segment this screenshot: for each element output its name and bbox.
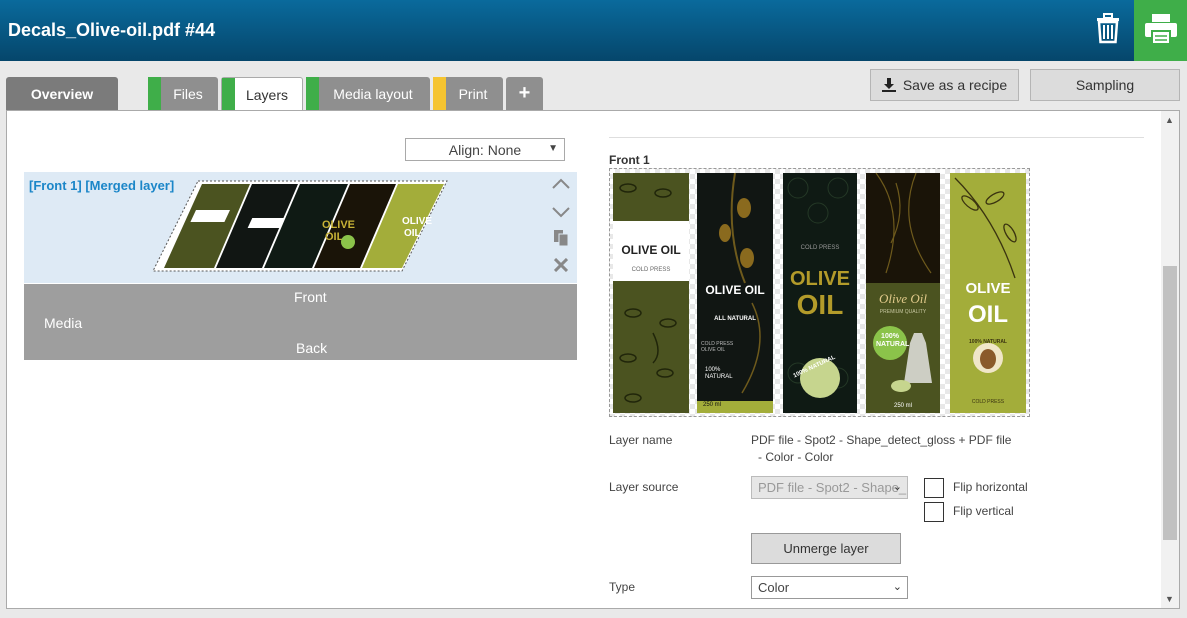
status-stripe	[222, 78, 235, 111]
label-volume: 250 ml	[893, 403, 912, 409]
label-badge: 100% NATURAL	[876, 333, 910, 348]
vertical-scrollbar[interactable]: ▲ ▼	[1161, 111, 1179, 608]
type-select[interactable]: Color ⌄	[751, 576, 908, 599]
label-title-2: OIL	[968, 301, 1008, 328]
label-extra: COLD PRESS	[971, 399, 1005, 405]
unmerge-layer-button[interactable]: Unmerge layer	[751, 533, 901, 564]
tab-overview-label: Overview	[30, 85, 94, 102]
align-select[interactable]: Align: None ▼	[405, 138, 565, 161]
scroll-down-icon[interactable]: ▼	[1165, 594, 1174, 604]
print-button[interactable]	[1134, 0, 1187, 61]
scroll-up-icon[interactable]: ▲	[1165, 115, 1174, 125]
label-title-2: OIL	[796, 289, 844, 320]
flip-vertical-label: Flip vertical	[953, 504, 1014, 518]
media-block: Front Media Back	[24, 284, 577, 360]
tab-overview[interactable]: Overview	[6, 77, 118, 110]
label-subtitle: COLD PRESS	[631, 267, 671, 273]
svg-text:OLIVE: OLIVE	[402, 216, 432, 227]
align-value: Align: None	[448, 141, 522, 158]
unmerge-layer-label: Unmerge layer	[783, 541, 869, 556]
preview-label: OLIVE OIL COLD PRESS	[613, 173, 689, 413]
label-subtitle: COLD PRESS	[800, 245, 840, 251]
tab-files[interactable]: Files	[148, 77, 218, 110]
sampling-button[interactable]: Sampling	[1030, 69, 1180, 101]
status-stripe	[433, 77, 446, 110]
olive-pattern-icon	[619, 183, 677, 403]
caret-down-icon: ▼	[548, 143, 558, 154]
label-extra: COLD PRESS OLIVE OIL	[701, 341, 734, 353]
app-header: Decals_Olive-oil.pdf #44	[0, 0, 1187, 61]
media-front-label: Front	[294, 289, 327, 305]
trash-icon[interactable]	[1094, 12, 1122, 44]
label-title: OLIVE OIL	[705, 283, 765, 297]
layer-source-value: PDF file - Spot2 - Shape_	[758, 480, 907, 495]
layer-name-value-line1: PDF file - Spot2 - Shape_detect_gloss + …	[751, 433, 1012, 447]
type-value: Color	[758, 580, 790, 595]
layer-name-label: Layer name	[609, 433, 673, 447]
close-icon[interactable]	[551, 256, 571, 276]
chevron-down-icon: ⌄	[892, 581, 902, 593]
label-title: OLIVE OIL	[621, 243, 681, 257]
tab-files-label: Files	[173, 85, 203, 102]
label-badge: 100% NATURAL	[705, 367, 733, 380]
save-as-recipe-button[interactable]: Save as a recipe	[870, 69, 1019, 101]
chevron-up-icon[interactable]	[551, 174, 571, 194]
status-stripe	[306, 77, 319, 110]
label-subtitle: ALL NATURAL	[714, 316, 756, 322]
tab-print-label: Print	[458, 85, 488, 102]
label-subtitle: 100% NATURAL	[969, 339, 1007, 345]
label-volume: 250 ml	[703, 402, 722, 408]
duplicate-icon[interactable]	[551, 229, 571, 249]
tab-layers[interactable]: Layers	[221, 77, 303, 111]
svg-text:OLIVE: OLIVE	[322, 219, 355, 231]
label-title: OLIVE	[965, 280, 1011, 297]
flip-horizontal-label: Flip horizontal	[953, 480, 1028, 494]
tab-media-layout-label: Media layout	[333, 85, 413, 102]
svg-text:OIL: OIL	[325, 231, 344, 243]
media-back-label: Back	[296, 340, 328, 356]
status-stripe	[148, 77, 161, 110]
layer-item[interactable]: [Front 1] [Merged layer] OLIVE OIL OLIVE…	[24, 172, 577, 283]
label-panel: OLIVE OIL COLD PRESS	[613, 221, 689, 281]
scrollbar-thumb[interactable]	[1163, 266, 1177, 540]
chevron-down-icon: ⌄	[892, 481, 902, 493]
chevron-down-icon[interactable]	[551, 202, 571, 222]
save-as-recipe-label: Save as a recipe	[902, 77, 1008, 93]
layer-source-select[interactable]: PDF file - Spot2 - Shape_ ⌄	[751, 476, 908, 499]
flip-horizontal-checkbox[interactable]	[924, 478, 944, 498]
divider	[609, 137, 1144, 138]
layer-source-label: Layer source	[609, 480, 679, 494]
tab-media-layout[interactable]: Media layout	[306, 77, 430, 110]
add-tab-button[interactable]: +	[506, 77, 543, 110]
tab-print[interactable]: Print	[433, 77, 503, 110]
svg-text:OIL: OIL	[404, 228, 421, 239]
preview-label: COLD PRESS OLIVE OIL 100% NATURAL	[783, 173, 857, 413]
download-icon	[881, 78, 896, 92]
sampling-label: Sampling	[1075, 77, 1135, 93]
layer-thumbnail: OLIVE OIL OLIVE OIL	[152, 180, 448, 272]
preview-label: OLIVE OIL ALL NATURAL COLD PRESS OLIVE O…	[697, 173, 773, 413]
layer-preview: OLIVE OIL COLD PRESS OLIVE OIL ALL NATUR…	[609, 168, 1030, 417]
printer-icon	[1145, 14, 1177, 45]
section-title: Front 1	[609, 153, 650, 167]
label-title: OLIVE	[789, 268, 850, 290]
job-title: Decals_Olive-oil.pdf #44	[8, 20, 216, 40]
label-title: Olive Oil	[878, 291, 927, 306]
layer-name-value-line2: - Color - Color	[758, 450, 834, 464]
preview-label: OLIVE OIL 100% NATURAL COLD PRESS	[950, 173, 1026, 413]
type-label: Type	[609, 580, 636, 594]
label-subtitle: PREMIUM QUALITY	[879, 309, 927, 315]
plus-icon: +	[518, 82, 531, 104]
flip-vertical-checkbox[interactable]	[924, 502, 944, 522]
preview-label: Olive Oil PREMIUM QUALITY 100% NATURAL 2…	[866, 173, 940, 413]
media-label: Media	[44, 315, 83, 331]
tab-layers-label: Layers	[245, 86, 289, 103]
